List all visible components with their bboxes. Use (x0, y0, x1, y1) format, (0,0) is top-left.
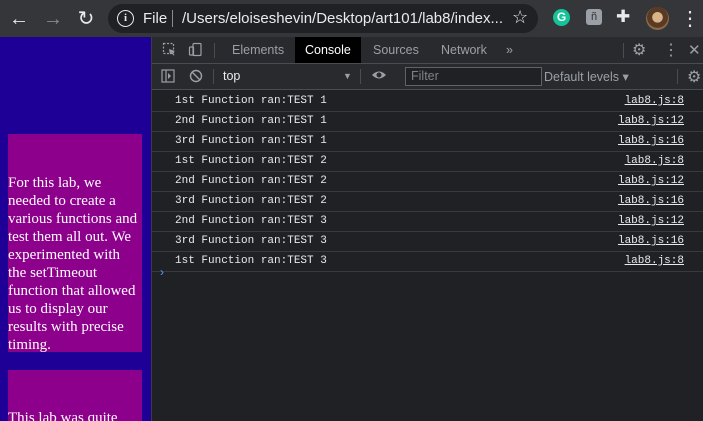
source-link[interactable]: lab8.js:8 (625, 95, 684, 107)
console-log: 1st Function ran:TEST 1 lab8.js:8 2nd Fun… (152, 92, 703, 272)
log-row: 1st Function ran:TEST 1 lab8.js:8 (152, 92, 703, 112)
sidebar-toggle-icon[interactable] (161, 69, 175, 83)
log-row: 2nd Function ran:TEST 1 lab8.js:12 (152, 112, 703, 132)
divider (623, 43, 624, 58)
log-message: 2nd Function ran:TEST 3 (175, 215, 327, 227)
source-link[interactable]: lab8.js:16 (618, 235, 684, 247)
log-row: 1st Function ran:TEST 2 lab8.js:8 (152, 152, 703, 172)
clear-console-icon[interactable] (189, 69, 203, 83)
url-scheme: File (143, 10, 168, 27)
profile-avatar[interactable] (646, 7, 669, 30)
settings-gear-icon[interactable]: ⚙ (632, 40, 646, 60)
grammarly-extension-icon[interactable]: G (553, 9, 570, 26)
tab-network[interactable]: Network (431, 37, 497, 63)
device-toolbar-icon[interactable] (188, 42, 203, 57)
block-text: For this lab, we needed to create a vari… (8, 175, 138, 353)
tab-sources[interactable]: Sources (363, 37, 429, 63)
console-prompt-input[interactable]: › (160, 265, 164, 279)
close-icon[interactable]: ✕ (688, 41, 701, 59)
log-row: 3rd Function ran:TEST 3 lab8.js:16 (152, 232, 703, 252)
extension-icon[interactable]: ñ (586, 9, 602, 25)
divider (677, 69, 678, 84)
log-message: 1st Function ran:TEST 3 (175, 255, 327, 267)
bookmark-star-icon[interactable]: ☆ (512, 7, 528, 28)
browser-toolbar: ← → ↻ i File /Users/eloiseshevin/Desktop… (0, 0, 703, 37)
source-link[interactable]: lab8.js:12 (618, 215, 684, 227)
divider (214, 43, 215, 58)
log-message: 3rd Function ran:TEST 2 (175, 195, 327, 207)
console-settings-gear-icon[interactable]: ⚙ (687, 67, 701, 87)
log-row: 3rd Function ran:TEST 1 lab8.js:16 (152, 132, 703, 152)
url-text[interactable]: /Users/eloiseshevin/Desktop/art101/lab8/… (182, 10, 503, 27)
tab-elements[interactable]: Elements (222, 37, 294, 63)
divider (213, 69, 214, 84)
source-link[interactable]: lab8.js:8 (625, 155, 684, 167)
more-tabs-icon[interactable]: » (496, 37, 523, 63)
back-icon[interactable]: ← (6, 6, 32, 32)
reload-icon[interactable]: ↻ (73, 6, 99, 32)
source-link[interactable]: lab8.js:16 (618, 195, 684, 207)
log-message: 2nd Function ran:TEST 1 (175, 115, 327, 127)
inspect-element-icon[interactable] (162, 42, 177, 57)
content-block: This lab was quite (8, 370, 142, 421)
console-toolbar: top ▼ Filter Default levels ▾ ⚙ (152, 64, 703, 90)
browser-menu-icon[interactable]: ⋮ (680, 6, 700, 31)
log-message: 3rd Function ran:TEST 3 (175, 235, 327, 247)
log-message: 2nd Function ran:TEST 2 (175, 175, 327, 187)
tab-console[interactable]: Console (295, 37, 361, 63)
log-levels-dropdown[interactable]: Default levels ▾ (544, 69, 629, 84)
devtools-panel: Elements Console Sources Network » ⚙ ⋮ ✕… (151, 37, 703, 421)
forward-icon[interactable]: → (40, 6, 66, 32)
info-icon[interactable]: i (117, 10, 134, 27)
filter-input[interactable]: Filter (405, 67, 542, 86)
log-row: 2nd Function ran:TEST 3 lab8.js:12 (152, 212, 703, 232)
log-row: 1st Function ran:TEST 3 lab8.js:8 (152, 252, 703, 272)
chevron-down-icon[interactable]: ▼ (343, 71, 352, 81)
log-row: 2nd Function ran:TEST 2 lab8.js:12 (152, 172, 703, 192)
log-message: 1st Function ran:TEST 1 (175, 95, 327, 107)
more-options-icon[interactable]: ⋮ (663, 40, 679, 60)
web-page: For this lab, we needed to create a vari… (0, 37, 151, 421)
log-message: 1st Function ran:TEST 2 (175, 155, 327, 167)
divider (172, 10, 173, 27)
log-message: 3rd Function ran:TEST 1 (175, 135, 327, 147)
source-link[interactable]: lab8.js:12 (618, 115, 684, 127)
content-block: For this lab, we needed to create a vari… (8, 134, 142, 353)
source-link[interactable]: lab8.js:16 (618, 135, 684, 147)
log-row: 3rd Function ran:TEST 2 lab8.js:16 (152, 192, 703, 212)
source-link[interactable]: lab8.js:12 (618, 175, 684, 187)
block-text: This lab was quite (8, 410, 118, 421)
live-expression-eye-icon[interactable] (371, 68, 387, 82)
extensions-puzzle-icon[interactable]: ✚ (616, 7, 630, 27)
devtools-tab-bar: Elements Console Sources Network » ⚙ ⋮ ✕ (152, 37, 703, 64)
context-selector[interactable]: top (223, 69, 240, 83)
address-bar[interactable]: i File /Users/eloiseshevin/Desktop/art10… (108, 4, 538, 33)
divider (360, 69, 361, 84)
source-link[interactable]: lab8.js:8 (625, 255, 684, 267)
